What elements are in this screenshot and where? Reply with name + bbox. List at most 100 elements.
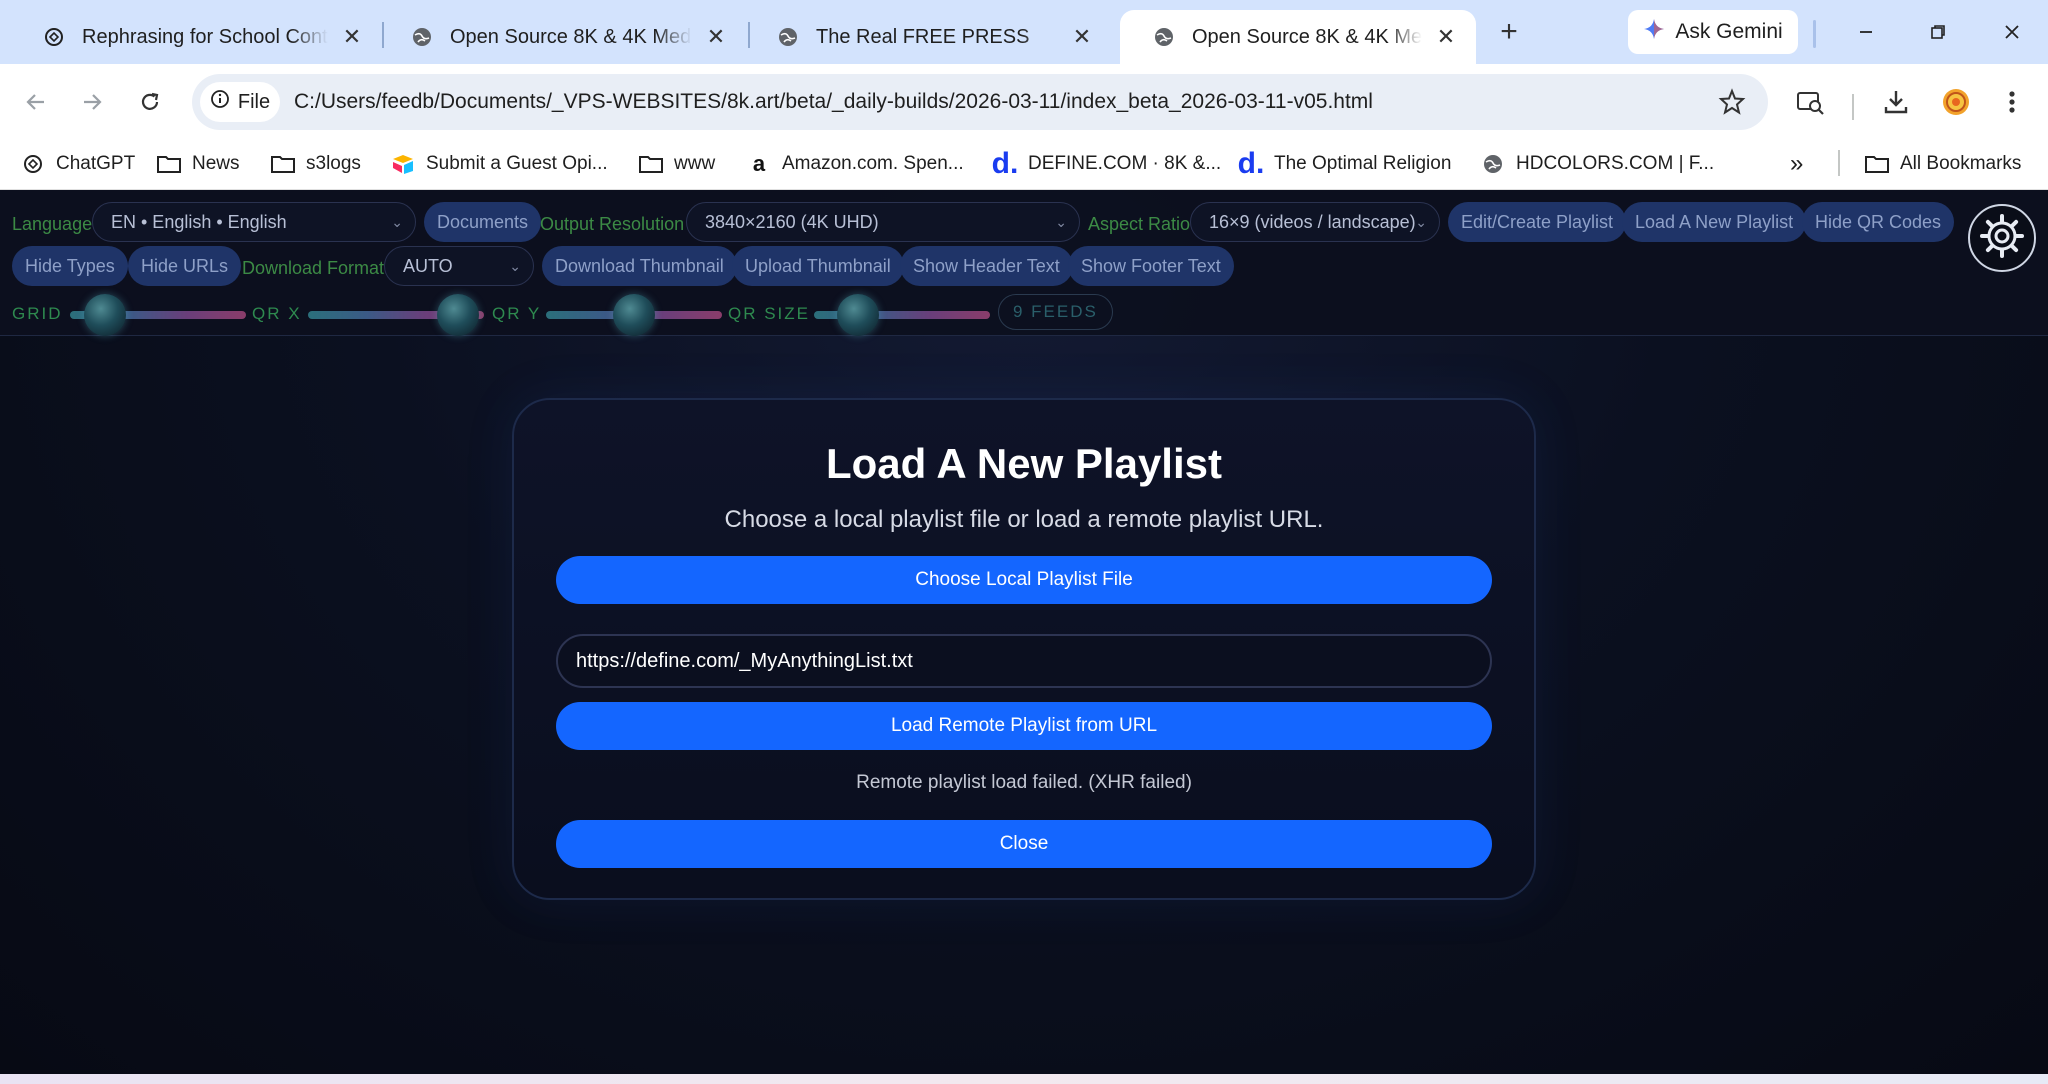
new-tab-button[interactable]: + xyxy=(1494,14,1524,50)
close-icon[interactable]: ✕ xyxy=(704,25,728,49)
output-resolution-select[interactable]: 3840×2160 (4K UHD) ⌄ xyxy=(686,202,1080,242)
back-icon[interactable] xyxy=(18,84,54,120)
show-header-text-button[interactable]: Show Header Text xyxy=(900,246,1073,286)
edit-playlist-button[interactable]: Edit/Create Playlist xyxy=(1448,202,1627,242)
bookmark-guest-opinion[interactable]: Submit a Guest Opi... xyxy=(390,146,608,182)
globe-icon xyxy=(1480,151,1506,177)
output-resolution-value: 3840×2160 (4K UHD) xyxy=(705,212,879,232)
grid-slider[interactable] xyxy=(70,294,246,336)
qr-size-slider[interactable] xyxy=(814,294,990,336)
output-resolution-label: Output Resolution xyxy=(540,214,685,234)
download-format-label: Download Format xyxy=(242,258,385,278)
gemini-icon xyxy=(1643,18,1665,46)
separator xyxy=(1838,150,1840,176)
all-bookmarks-button[interactable]: All Bookmarks xyxy=(1864,146,2021,182)
chevron-down-icon: ⌄ xyxy=(1415,214,1427,230)
folder-icon xyxy=(270,151,296,177)
download-format-select[interactable]: AUTO ⌄ xyxy=(384,246,534,286)
page-content: Language EN • English • English ⌄ Docume… xyxy=(0,190,2048,1074)
browser-toolbar: File C:/Users/feedb/Documents/_VPS-WEBSI… xyxy=(0,64,2048,138)
bookmark-define[interactable]: d. DEFINE.COM · 8K &... xyxy=(991,146,1222,182)
define-icon: d. xyxy=(991,147,1019,180)
separator xyxy=(1813,20,1816,48)
show-footer-text-button[interactable]: Show Footer Text xyxy=(1068,246,1234,286)
hide-qr-codes-button[interactable]: Hide QR Codes xyxy=(1802,202,1955,242)
tab-title: The Real FREE PRESS xyxy=(816,25,1030,48)
chatgpt-icon xyxy=(42,25,66,49)
restore-icon[interactable] xyxy=(1918,12,1958,52)
bookmark-label: Amazon.com. Spen... xyxy=(782,153,964,174)
hide-types-button[interactable]: Hide Types xyxy=(12,246,128,286)
reload-icon[interactable] xyxy=(132,84,168,120)
hide-urls-button[interactable]: Hide URLs xyxy=(128,246,242,286)
separator xyxy=(1852,94,1854,120)
qr-y-slider[interactable] xyxy=(546,294,722,336)
close-icon[interactable]: ✕ xyxy=(340,25,364,49)
bookmark-star-icon[interactable] xyxy=(1718,88,1746,116)
qr-size-slider-label: QR SIZE xyxy=(728,304,811,323)
upload-thumbnail-button[interactable]: Upload Thumbnail xyxy=(732,246,904,286)
bookmark-label: ChatGPT xyxy=(56,153,136,174)
tab-2[interactable]: Open Source 8K & 4K Media Viewer ✕ xyxy=(378,10,746,64)
airtable-icon xyxy=(390,151,416,177)
bookmark-optimal-religion[interactable]: d. The Optimal Religion xyxy=(1237,146,1452,182)
close-window-icon[interactable] xyxy=(1992,12,2032,52)
ask-gemini-button[interactable]: Ask Gemini xyxy=(1628,10,1798,54)
bookmark-label: www xyxy=(674,153,716,174)
bookmark-label: s3logs xyxy=(306,153,361,174)
folder-icon xyxy=(156,151,182,177)
documents-button[interactable]: Documents xyxy=(424,202,542,242)
load-playlist-button[interactable]: Load A New Playlist xyxy=(1622,202,1807,242)
close-icon[interactable]: ✕ xyxy=(1070,25,1094,49)
close-button[interactable]: Close xyxy=(556,820,1492,868)
gear-icon xyxy=(1979,213,2025,264)
language-select[interactable]: EN • English • English ⌄ xyxy=(92,202,416,242)
bookmark-label: HDCOLORS.COM | F... xyxy=(1516,153,1715,174)
menu-dots-icon[interactable] xyxy=(1996,86,2028,118)
qr-y-slider-label: QR Y xyxy=(492,304,542,323)
bookmark-www[interactable]: www xyxy=(638,146,715,182)
bookmark-hdcolors[interactable]: HDCOLORS.COM | F... xyxy=(1480,146,1714,182)
bookmark-label: The Optimal Religion xyxy=(1274,153,1452,174)
bookmark-news[interactable]: News xyxy=(156,146,240,182)
language-value: EN • English • English xyxy=(111,212,287,232)
grid-slider-knob[interactable] xyxy=(84,294,127,336)
minimize-icon[interactable] xyxy=(1846,12,1886,52)
download-thumbnail-button[interactable]: Download Thumbnail xyxy=(542,246,737,286)
globe-icon xyxy=(410,25,434,49)
bookmark-s3logs[interactable]: s3logs xyxy=(270,146,361,182)
close-icon[interactable]: ✕ xyxy=(1434,25,1458,49)
tab-3[interactable]: The Real FREE PRESS ✕ xyxy=(744,10,1112,64)
qr-size-slider-knob[interactable] xyxy=(837,294,879,336)
qr-x-slider[interactable] xyxy=(308,294,484,336)
tab-4-active[interactable]: Open Source 8K & 4K Media Viewer ✕ xyxy=(1120,10,1476,64)
all-bookmarks-label: All Bookmarks xyxy=(1900,153,2022,174)
qr-x-slider-label: QR X xyxy=(252,304,302,323)
address-bar[interactable]: File C:/Users/feedb/Documents/_VPS-WEBSI… xyxy=(192,74,1768,130)
download-icon[interactable] xyxy=(1880,86,1912,118)
playlist-url-input[interactable] xyxy=(556,634,1492,688)
load-remote-playlist-button[interactable]: Load Remote Playlist from URL xyxy=(556,702,1492,750)
define-icon: d. xyxy=(1237,147,1265,180)
bookmark-amazon[interactable]: a Amazon.com. Spen... xyxy=(746,146,964,182)
forward-icon[interactable] xyxy=(74,84,110,120)
choose-local-file-button[interactable]: Choose Local Playlist File xyxy=(556,556,1492,604)
tab-title: Open Source 8K & 4K Media Viewer xyxy=(450,25,692,48)
search-tabs-icon[interactable] xyxy=(1794,86,1826,118)
aspect-ratio-select[interactable]: 16×9 (videos / landscape) ⌄ xyxy=(1190,202,1440,242)
bookmark-label: Submit a Guest Opi... xyxy=(426,153,608,174)
aspect-ratio-label: Aspect Ratio xyxy=(1088,214,1191,234)
profile-avatar-icon[interactable] xyxy=(1940,86,1972,118)
control-bar: Language EN • English • English ⌄ Docume… xyxy=(0,190,2048,336)
tab-title: Rephrasing for School Context xyxy=(82,25,328,48)
tab-1[interactable]: Rephrasing for School Context ✕ xyxy=(10,10,382,64)
status-message: Remote playlist load failed. (XHR failed… xyxy=(856,772,1192,793)
qr-y-slider-knob[interactable] xyxy=(613,294,655,336)
bookmarks-overflow-button[interactable]: » xyxy=(1790,146,1803,182)
bookmark-chatgpt[interactable]: ChatGPT xyxy=(20,146,135,182)
load-playlist-dialog: Load A New Playlist Choose a local playl… xyxy=(512,398,1536,900)
settings-button[interactable] xyxy=(1968,204,2036,272)
qr-x-slider-knob[interactable] xyxy=(436,294,479,336)
bookmark-label: DEFINE.COM · 8K &... xyxy=(1028,153,1222,174)
url-text[interactable]: C:/Users/feedb/Documents/_VPS-WEBSITES/8… xyxy=(294,74,1373,130)
